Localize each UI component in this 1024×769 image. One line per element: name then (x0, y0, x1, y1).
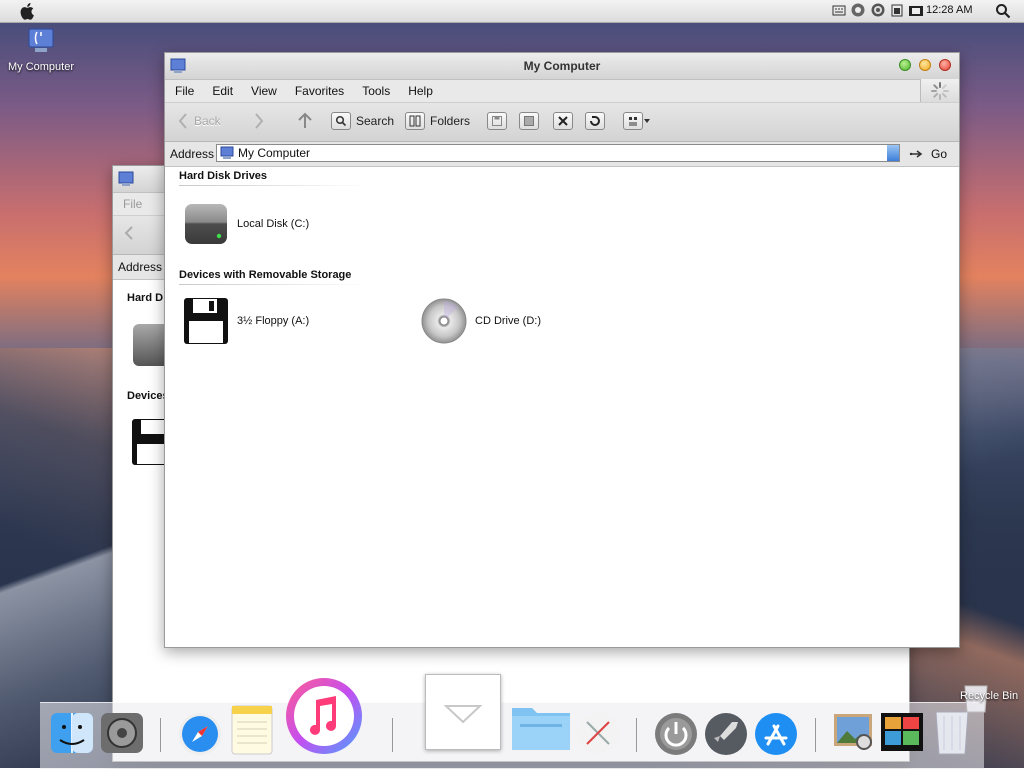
forward-button[interactable] (253, 112, 265, 130)
back-button[interactable]: Back (177, 112, 221, 130)
views-icon (623, 112, 643, 130)
notes-icon[interactable] (228, 702, 276, 756)
spotlight-search-icon[interactable] (995, 3, 1011, 19)
undo-icon (585, 112, 605, 130)
folders-icon (405, 112, 425, 130)
address-label: Address (170, 147, 215, 161)
power-icon[interactable] (654, 712, 698, 756)
chevron-down-icon (644, 119, 650, 123)
chevron-right-icon (255, 113, 264, 129)
address-bar: Address My Computer Go (165, 142, 959, 167)
copy-to-button[interactable] (519, 112, 539, 130)
folders-button-label: Folders (430, 114, 471, 128)
search-icon (331, 112, 351, 130)
back-menu-file[interactable]: File (123, 197, 142, 211)
drive-label-local-disk: Local Disk (C:) (237, 218, 310, 230)
recycle-bin-label: Recycle Bin (960, 690, 1019, 702)
menubar-clock[interactable]: 12:28 AM (926, 4, 972, 16)
window-toolbar: Back Search Folders (165, 103, 959, 142)
drive-label-floppy: 3½ Floppy (A:) (237, 315, 310, 327)
window-titlebar[interactable]: My Computer (165, 53, 959, 80)
back-window-back-button[interactable] (123, 225, 135, 241)
itunes-icon[interactable] (284, 676, 364, 756)
cd-drive-icon (421, 298, 467, 344)
folders-button[interactable]: Folders (405, 112, 470, 130)
desktop-icon-my-computer[interactable]: My Computer (4, 28, 78, 73)
arrow-up-icon (298, 112, 312, 128)
finder-icon[interactable] (50, 712, 94, 754)
desktop-icon-label: My Computer (7, 61, 75, 73)
launchpad-icon[interactable] (704, 712, 748, 756)
address-dropdown-arrow[interactable] (887, 145, 899, 161)
back-section-title-devices: Devices (127, 390, 169, 402)
go-label: Go (930, 147, 947, 161)
menu-bar: 12:28 AM (0, 0, 1024, 23)
window-menubar: File Edit View Favorites Tools Help (165, 79, 959, 103)
move-to-button[interactable] (487, 112, 507, 130)
keyboard-icon[interactable] (832, 3, 846, 20)
window-title: My Computer (523, 59, 601, 73)
floppy-icon (184, 298, 228, 344)
hard-disk-icon (185, 204, 227, 244)
safari-icon[interactable] (178, 712, 222, 756)
photo-booth-icon[interactable] (880, 712, 924, 752)
up-button[interactable] (297, 112, 313, 130)
my-computer-window[interactable]: My Computer File Edit View Favorites Too… (164, 52, 960, 648)
menu-edit[interactable]: Edit (212, 84, 233, 98)
close-button[interactable] (939, 59, 951, 71)
network-icon[interactable] (870, 2, 886, 21)
copy-icon (519, 112, 539, 130)
go-arrow-icon (909, 150, 923, 158)
drive-item-local-disk[interactable]: Local Disk (C:) (183, 201, 309, 247)
gear-icon[interactable] (850, 2, 866, 21)
battery-icon[interactable] (890, 2, 904, 21)
minimize-button[interactable] (919, 59, 931, 71)
back-address-label: Address (118, 260, 163, 274)
volume-icon[interactable] (908, 2, 924, 21)
section-title-hard-disk-drives: Hard Disk Drives (179, 170, 268, 182)
computer-icon (220, 146, 234, 159)
window-content: Hard Disk Drives Local Disk (C:) Devices… (165, 167, 959, 647)
menu-file[interactable]: File (175, 84, 194, 98)
computer-icon (28, 28, 54, 52)
drive-label-cd-drive: CD Drive (D:) (475, 315, 541, 327)
go-button[interactable]: Go (909, 147, 947, 161)
address-value: My Computer (238, 146, 311, 160)
menu-tools[interactable]: Tools (362, 84, 390, 98)
activity-throbber (920, 79, 959, 102)
close-icon (553, 112, 573, 130)
downloads-stack-icon[interactable] (425, 674, 501, 750)
back-button-label: Back (194, 114, 221, 128)
chevron-left-icon (178, 113, 187, 129)
maximize-button[interactable] (899, 59, 911, 71)
views-button[interactable] (623, 112, 650, 130)
undo-button[interactable] (585, 112, 605, 130)
chevron-left-icon (124, 226, 133, 240)
menu-favorites[interactable]: Favorites (295, 84, 344, 98)
address-field[interactable]: My Computer (216, 144, 900, 162)
menu-help[interactable]: Help (408, 84, 433, 98)
back-section-title-hard-disk: Hard D (127, 292, 164, 304)
delete-button[interactable] (553, 112, 573, 130)
spinner-icon (931, 81, 949, 100)
preview-icon[interactable] (832, 712, 876, 752)
save-icon (487, 112, 507, 130)
app-store-icon[interactable] (754, 712, 798, 756)
drive-item-cd-drive[interactable]: CD Drive (D:) (421, 297, 541, 345)
computer-icon (118, 171, 134, 186)
menu-view[interactable]: View (251, 84, 277, 98)
drive-item-floppy[interactable]: 3½ Floppy (A:) (183, 297, 309, 345)
system-preferences-icon[interactable] (100, 712, 144, 754)
search-button[interactable]: Search (331, 112, 394, 130)
x-app-icon[interactable] (575, 710, 621, 756)
section-title-removable-storage: Devices with Removable Storage (179, 269, 352, 281)
folder-icon[interactable] (510, 700, 572, 752)
apple-icon[interactable] (20, 2, 36, 20)
search-button-label: Search (356, 114, 395, 128)
